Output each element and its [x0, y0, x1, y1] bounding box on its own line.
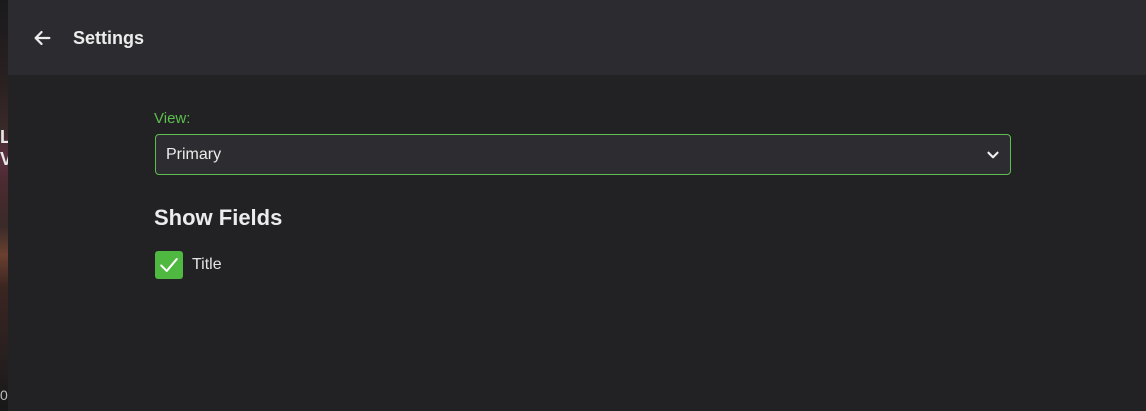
back-button[interactable]: [28, 24, 56, 52]
background-text-fragment: V: [0, 149, 8, 169]
view-label: View:: [154, 110, 191, 127]
settings-header: Settings: [8, 0, 1146, 75]
chevron-down-icon: [987, 151, 999, 159]
view-select[interactable]: Primary: [155, 134, 1011, 175]
title-checkbox[interactable]: [155, 251, 183, 279]
title-checkbox-label: Title: [192, 256, 222, 273]
view-select-value: Primary: [166, 146, 222, 163]
field-toggle-title[interactable]: Title: [155, 251, 222, 279]
settings-panel: Settings View: Primary Show Fields Title: [8, 0, 1146, 411]
checkmark-icon: [160, 258, 178, 272]
background-content-strip: L V 0: [0, 0, 8, 411]
background-text-fragment: 0: [0, 387, 8, 403]
background-text-fragment: L: [0, 127, 8, 147]
show-fields-heading: Show Fields: [154, 205, 283, 230]
page-title: Settings: [73, 28, 145, 48]
arrow-left-icon: [34, 30, 51, 46]
